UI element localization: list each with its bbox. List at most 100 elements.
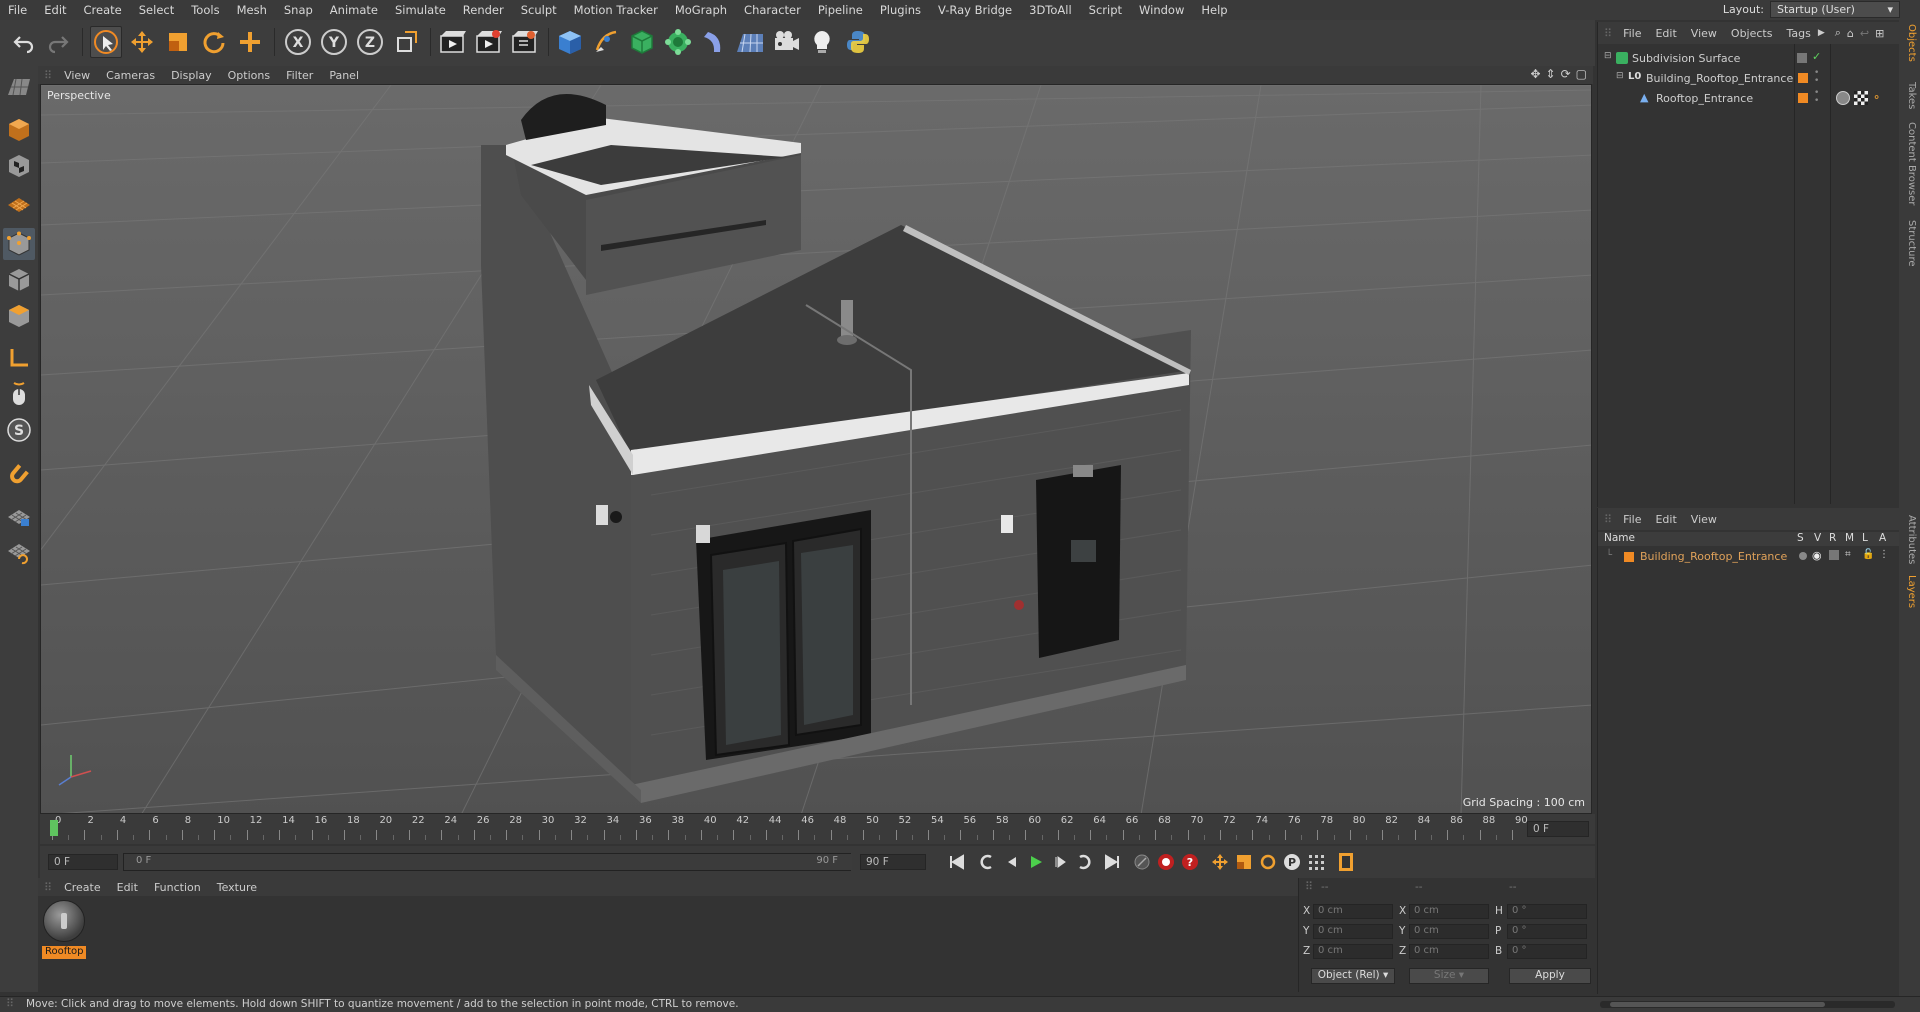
current-frame-field[interactable]: 0 F (1527, 821, 1589, 837)
workplane-icon[interactable] (3, 186, 35, 218)
lock-icon[interactable]: 🔓 (1862, 549, 1874, 560)
floor-icon[interactable] (734, 26, 766, 58)
viewport-menu-view[interactable]: View (56, 69, 98, 82)
material-menu-texture[interactable]: Texture (209, 881, 265, 894)
phong-tag-icon[interactable] (1836, 91, 1850, 105)
viewport-menu-options[interactable]: Options (220, 69, 278, 82)
deformer-icon[interactable] (698, 26, 730, 58)
make-editable-icon[interactable] (3, 72, 35, 104)
key-scale-icon[interactable] (1232, 851, 1256, 873)
object-row-subdivision-surface[interactable]: ⊟ Subdivision Surface ✓ (1598, 49, 1900, 68)
timeline-ruler[interactable]: 0 2 4 6 8 10 12 14 16 18 20 22 24 26 28 30 32 34 36 38 40 42 4… (40, 814, 1595, 844)
redo-icon[interactable] (42, 26, 74, 58)
menu-plugins[interactable]: Plugins (872, 3, 930, 17)
visibility-dots-icon[interactable]: • • (1814, 69, 1819, 86)
collapse-icon[interactable]: ⊟ (1616, 71, 1624, 81)
tab-structure[interactable]: Structure (1902, 220, 1917, 267)
timeline-window-icon[interactable] (1334, 851, 1358, 873)
coord-pos-z-field[interactable]: 0 cm (1313, 944, 1393, 959)
key-parameter-icon[interactable]: P (1280, 851, 1304, 873)
coordinate-system-icon[interactable] (390, 26, 422, 58)
next-key-icon[interactable] (1072, 851, 1096, 873)
layout-dropdown[interactable]: Startup (User) ▾ (1770, 1, 1900, 18)
preview-range-slider[interactable]: 0 F 90 F (123, 853, 852, 871)
autokeying-icon[interactable]: ? (1178, 851, 1202, 873)
cube-icon[interactable] (554, 26, 586, 58)
start-frame-field[interactable]: 0 F (48, 854, 118, 870)
expand-icon[interactable]: ⊞ (1875, 27, 1884, 40)
go-to-start-icon[interactable] (945, 851, 969, 873)
key-rotation-icon[interactable] (1256, 851, 1280, 873)
pen-icon[interactable] (590, 26, 622, 58)
view-eye-icon[interactable]: ◉ (1812, 549, 1822, 562)
subdivision-icon[interactable] (626, 26, 658, 58)
python-icon[interactable] (842, 26, 874, 58)
play-icon[interactable] (1024, 851, 1048, 873)
object-row-building-rooftop-entrance[interactable]: ⊟ L0 Building_Rooftop_Entrance • • (1598, 69, 1900, 88)
rotate-icon[interactable] (198, 26, 230, 58)
solo-mode-icon[interactable]: S (3, 414, 35, 446)
back-icon[interactable]: ↩ (1860, 27, 1869, 40)
coord-size-z-field[interactable]: 0 cm (1409, 944, 1489, 959)
lm-menu-file[interactable]: File (1616, 513, 1648, 526)
viewport-menu-filter[interactable]: Filter (278, 69, 321, 82)
undo-icon[interactable] (8, 26, 40, 58)
camera-icon[interactable] (770, 26, 802, 58)
perspective-viewport[interactable]: Perspective Grid Spacing : 100 cm (40, 84, 1592, 814)
end-frame-field[interactable]: 90 F (860, 854, 926, 870)
menu-select[interactable]: Select (131, 3, 183, 17)
edit-render-settings-icon[interactable] (508, 26, 540, 58)
coord-size-y-field[interactable]: 0 cm (1409, 924, 1489, 939)
menu-simulate[interactable]: Simulate (387, 3, 455, 17)
viewport-menu-panel[interactable]: Panel (321, 69, 367, 82)
scale-icon[interactable] (162, 26, 194, 58)
render-view-icon[interactable] (436, 26, 468, 58)
menu-motion-tracker[interactable]: Motion Tracker (566, 3, 667, 17)
om-menu-tags[interactable]: Tags (1779, 27, 1817, 40)
om-menu-file[interactable]: File (1616, 27, 1648, 40)
menu-render[interactable]: Render (455, 3, 513, 17)
keyframe-selection-icon[interactable] (1130, 851, 1154, 873)
menu-character[interactable]: Character (736, 3, 810, 17)
rotate-view-icon[interactable]: ⟳ (1561, 67, 1571, 81)
material-tag-icon[interactable] (1854, 91, 1868, 105)
collapse-icon[interactable]: ⊟ (1604, 51, 1612, 61)
coord-rot-b-field[interactable]: 0 ° (1507, 944, 1587, 959)
dolly-view-icon[interactable]: ⇕ (1546, 67, 1556, 81)
om-menu-view[interactable]: View (1684, 27, 1724, 40)
apply-button[interactable]: Apply (1509, 968, 1591, 984)
z-axis-icon[interactable]: Z (354, 26, 386, 58)
add-icon[interactable] (234, 26, 266, 58)
y-axis-icon[interactable]: Y (318, 26, 350, 58)
axis-mode-icon[interactable] (3, 342, 35, 374)
manager-icon[interactable]: ⌗ (1845, 549, 1851, 560)
tab-takes[interactable]: Takes (1902, 82, 1917, 109)
material-menu-create[interactable]: Create (56, 881, 109, 894)
locked-workplane-icon[interactable] (3, 500, 35, 532)
coordinate-mode-dropdown[interactable]: Object (Rel) ▾ (1311, 968, 1395, 984)
move-icon[interactable] (126, 26, 158, 58)
cloner-icon[interactable] (662, 26, 694, 58)
menu-vray-bridge[interactable]: V-Ray Bridge (930, 3, 1021, 17)
search-icon[interactable]: ⌕ (1835, 26, 1841, 40)
key-position-icon[interactable] (1208, 851, 1232, 873)
material-menu-function[interactable]: Function (146, 881, 209, 894)
coord-size-x-field[interactable]: 0 cm (1409, 904, 1489, 919)
coord-pos-y-field[interactable]: 0 cm (1313, 924, 1393, 939)
uvw-tag-icon[interactable]: ⚬ (1872, 91, 1881, 104)
material-name-label[interactable]: Rooftop (42, 946, 86, 959)
light-icon[interactable] (806, 26, 838, 58)
object-row-rooftop-entrance[interactable]: ▲ Rooftop_Entrance • • ⚬ (1598, 89, 1900, 108)
previous-frame-icon[interactable] (1000, 851, 1024, 873)
live-selection-icon[interactable] (90, 26, 122, 58)
horizontal-scrollbar[interactable] (1600, 1001, 1895, 1008)
layer-row[interactable]: └ Building_Rooftop_Entrance ◉ ⌗ 🔓 ⋮ (1598, 548, 1900, 566)
home-icon[interactable]: ⌂ (1847, 27, 1854, 40)
go-to-end-icon[interactable] (1100, 851, 1124, 873)
lm-menu-view[interactable]: View (1684, 513, 1724, 526)
visibility-dots-icon[interactable]: • • (1814, 89, 1819, 106)
viewport-menu-display[interactable]: Display (163, 69, 220, 82)
timeline-playhead[interactable] (50, 820, 58, 836)
menu-pipeline[interactable]: Pipeline (810, 3, 872, 17)
x-axis-icon[interactable]: X (282, 26, 314, 58)
